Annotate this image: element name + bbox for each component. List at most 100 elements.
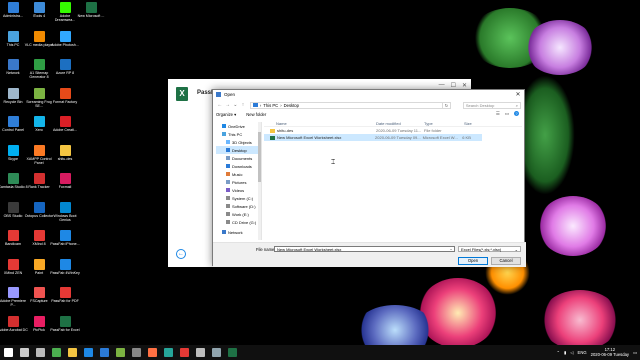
column-name[interactable]: Name [264, 121, 376, 126]
nav-item[interactable]: System (C:) [216, 194, 261, 202]
taskbar-app6-icon[interactable] [212, 348, 221, 357]
folder-icon [226, 148, 230, 152]
nav-item-label: Work (E:) [232, 211, 249, 217]
taskbar-edge-icon[interactable] [84, 348, 93, 357]
nav-item[interactable]: Work (E:) [216, 210, 261, 218]
nav-item[interactable]: Videos [216, 186, 261, 194]
new-folder-button[interactable]: New folder [246, 112, 266, 117]
dialog-close-button[interactable]: ✕ [514, 91, 522, 98]
refresh-button[interactable]: ↻ [443, 101, 451, 109]
app-icon [33, 88, 45, 99]
desktop-icon-grid: Administra... iTools 4 Adobe Dreamwea... Ne… [0, 0, 108, 345]
nav-item[interactable]: 3D Objects [216, 138, 261, 146]
navigation-scrollbar[interactable] [258, 122, 261, 240]
minimize-icon[interactable]: — [439, 82, 445, 89]
excel-logo-icon: X [176, 87, 188, 101]
nav-item[interactable]: Pictures [216, 178, 261, 186]
nav-item-label: This PC [228, 131, 243, 137]
nav-item[interactable]: OneDrive [216, 122, 261, 130]
taskbar-explorer-icon[interactable] [68, 348, 77, 357]
app-icon [7, 59, 19, 70]
network-icon[interactable]: ▮ [564, 350, 566, 355]
nav-item[interactable]: Downloads [216, 162, 261, 170]
column-date-modified[interactable]: Date modified [376, 121, 424, 126]
taskbar-search-icon[interactable] [20, 348, 29, 357]
cancel-button[interactable]: Cancel [491, 257, 521, 265]
app-icon [33, 2, 45, 13]
back-button[interactable]: ← [216, 102, 224, 108]
desktop-icon[interactable]: Adobe Acrobat DC [0, 314, 28, 345]
column-type[interactable]: Type [424, 121, 464, 126]
taskbar-app5-icon[interactable] [196, 348, 205, 357]
desktop-icon-label: PassFab for Excel [50, 328, 80, 332]
nav-item[interactable]: Music [216, 170, 261, 178]
taskbar-app2-icon[interactable] [132, 348, 141, 357]
nav-item[interactable]: Desktop [216, 146, 261, 154]
chevron-down-icon: ⌄ [514, 247, 518, 252]
taskbar-app3-icon[interactable] [164, 348, 173, 357]
app-icon [7, 287, 19, 298]
app-icon [85, 2, 97, 13]
breadcrumb-this-pc[interactable]: This PC [263, 103, 278, 108]
back-arrow-icon[interactable]: ← [176, 249, 186, 259]
address-bar[interactable]: › This PC › Desktop [249, 101, 444, 109]
desktop-icon[interactable]: New Microsoft ... [78, 0, 104, 34]
breadcrumb-desktop[interactable]: Desktop [284, 103, 299, 108]
preview-pane-icon[interactable]: ▭ [505, 111, 509, 117]
tray-chevron-icon[interactable]: ⌃ [556, 350, 560, 355]
file-row[interactable]: shitu-des 2020-06-09 Tuesday 11... File fo… [264, 127, 522, 134]
notifications-icon[interactable]: ▭ [633, 350, 637, 355]
file-row[interactable]: New Microsoft Excel Worksheet.xlsx 2020-0… [264, 134, 482, 141]
file-name-input[interactable]: New Microsoft Excel Worksheet.xlsx [274, 246, 455, 252]
close-icon[interactable]: ✕ [462, 82, 467, 89]
scrollbar-thumb[interactable] [258, 132, 261, 182]
nav-item[interactable]: Software (D:) [216, 202, 261, 210]
nav-item[interactable]: Documents [216, 154, 261, 162]
app-icon [59, 31, 71, 42]
folder-icon [226, 212, 230, 216]
taskbar-chrome-icon[interactable] [52, 348, 61, 357]
taskbar-start-icon[interactable] [4, 348, 13, 357]
folder-icon [226, 188, 230, 192]
file-name-cell: New Microsoft Excel Worksheet.xlsx [264, 135, 375, 140]
taskbar-task-view-icon[interactable] [36, 348, 45, 357]
nav-item[interactable]: Network [216, 228, 261, 236]
app-icon [33, 230, 45, 241]
file-size-cell: 6 KB [462, 135, 471, 140]
desktop-icon[interactable]: PassFab for Excel [50, 314, 80, 345]
chevron-down-icon[interactable]: ⌄ [447, 246, 455, 252]
taskbar-excel-icon[interactable] [228, 348, 237, 357]
taskbar-app1-icon[interactable] [116, 348, 125, 357]
folder-icon [222, 124, 226, 128]
volume-icon[interactable]: ◁ [570, 350, 573, 355]
open-button[interactable]: Open [458, 257, 488, 265]
taskbar-app4-icon[interactable] [180, 348, 189, 357]
up-button[interactable]: ↑ [239, 102, 247, 108]
folder-icon [270, 128, 275, 133]
taskbar-store-icon[interactable] [100, 348, 109, 357]
desktop-icon-label: shitu-des [57, 157, 73, 161]
nav-item-label: Desktop [232, 147, 247, 153]
column-size[interactable]: Size [464, 121, 484, 126]
file-type-select[interactable]: Excel Files(*.xls;*.xlsx) ⌄ [458, 246, 521, 252]
forward-button[interactable]: → [224, 102, 232, 108]
language-indicator[interactable]: ENG [578, 350, 587, 355]
change-view-icon[interactable]: ☰ [496, 111, 500, 117]
help-icon[interactable]: ? [514, 111, 519, 116]
nav-item[interactable]: CD Drive (G:) [216, 218, 261, 226]
app-icon [33, 59, 45, 70]
desktop-icon-label: New Microsoft ... [77, 14, 105, 18]
taskbar-firefox-icon[interactable] [148, 348, 157, 357]
search-input[interactable]: Search Desktop ⌕ [462, 101, 521, 109]
app-icon [33, 31, 45, 42]
search-icon: ⌕ [515, 102, 518, 108]
nav-item[interactable]: This PC [216, 130, 261, 138]
system-tray: ⌃ ▮ ◁ ENG 17:12 2020-06-09 Tuesday ▭ [556, 347, 637, 357]
clock[interactable]: 17:12 2020-06-09 Tuesday [591, 347, 629, 357]
desktop-icon-label: Adobe Photosh... [51, 43, 79, 47]
folder-icon [226, 204, 230, 208]
organize-button[interactable]: Organize ▾ [216, 112, 236, 117]
desktop-icon[interactable]: PicPick [26, 314, 52, 345]
recent-locations-button[interactable]: ⌄ [231, 102, 239, 108]
maximize-icon[interactable]: ☐ [451, 82, 456, 89]
